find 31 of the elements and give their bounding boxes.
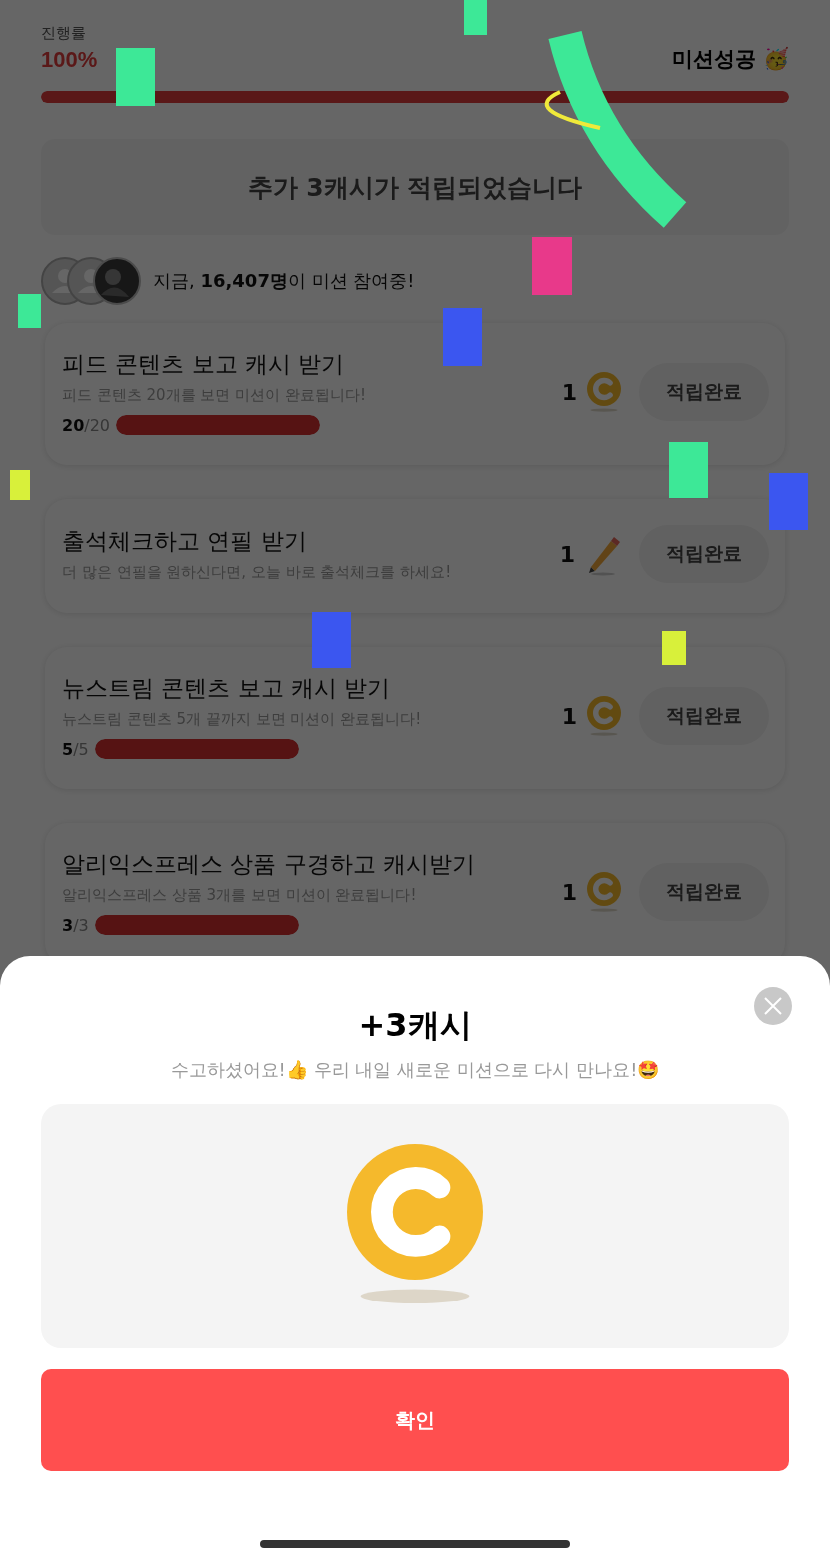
confirm-button[interactable]: 확인 <box>41 1369 789 1471</box>
mission-title: 피드 콘텐츠 보고 캐시 받기 <box>62 350 346 379</box>
reward-amount: 1 <box>561 703 577 729</box>
coin-icon <box>587 871 621 913</box>
mission-title: 뉴스트림 콘텐츠 보고 캐시 받기 <box>62 674 392 703</box>
close-button[interactable] <box>754 987 792 1025</box>
confetti-piece <box>312 612 351 668</box>
progress-label: 진행률 <box>41 24 87 43</box>
confetti-piece <box>443 308 482 366</box>
mission-status: 미션성공 🥳 <box>671 46 789 73</box>
confetti-piece <box>532 237 572 295</box>
coin-icon <box>587 371 621 413</box>
sheet-message: 수고하셨어요!👍 우리 내일 새로운 미션으로 다시 만나요!🤩 <box>170 1058 660 1082</box>
confetti-piece <box>18 294 41 328</box>
sheet-title: +3캐시 <box>358 1005 472 1046</box>
reward-amount: 1 <box>561 379 577 405</box>
confetti-piece <box>669 442 708 498</box>
confetti-piece <box>662 631 686 665</box>
notice-banner: 추가 3캐시가 적립되었습니다 <box>41 139 789 235</box>
participants-text: 지금, 16,407명이 미션 참여중! <box>153 269 415 293</box>
confetti-piece <box>116 48 155 106</box>
confetti-piece <box>464 0 487 35</box>
coin-icon <box>587 695 621 737</box>
reward-amount: 1 <box>559 541 575 567</box>
close-icon <box>764 997 782 1015</box>
mission-title: 알리익스프레스 상품 구경하고 캐시받기 <box>62 850 475 879</box>
confetti-piece <box>10 470 30 500</box>
mission-title: 출석체크하고 연필 받기 <box>62 527 308 556</box>
reward-amount: 1 <box>561 879 577 905</box>
confetti-piece <box>769 473 808 530</box>
progress-percent: 100% <box>41 47 98 73</box>
